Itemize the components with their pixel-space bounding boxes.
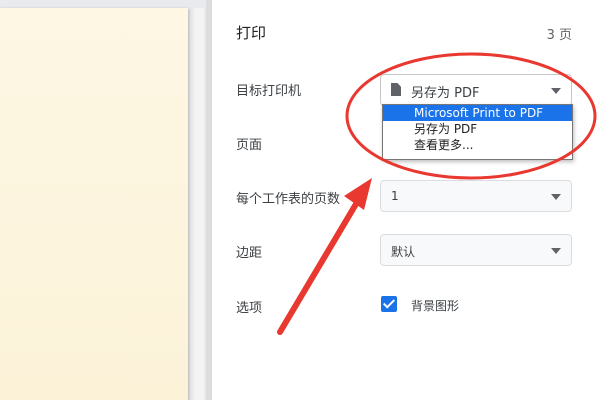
dropdown-option-save-as-pdf[interactable]: 另存为 PDF bbox=[383, 121, 572, 137]
destination-dropdown-list: Microsoft Print to PDF 另存为 PDF 查看更多... bbox=[382, 104, 573, 160]
margins-value: 默认 bbox=[391, 245, 416, 259]
print-title: 打印 bbox=[236, 24, 267, 42]
chevron-down-icon bbox=[551, 88, 561, 94]
background-graphics-checkbox[interactable] bbox=[381, 296, 397, 312]
margins-select[interactable]: 默认 bbox=[380, 234, 572, 266]
destination-value: 另存为 PDF bbox=[411, 86, 480, 101]
pages-label: 页面 bbox=[236, 138, 263, 153]
options-label: 选项 bbox=[236, 301, 263, 316]
preview-scrollbar[interactable] bbox=[194, 8, 204, 400]
pages-per-sheet-select[interactable]: 1 bbox=[380, 180, 572, 212]
preview-page bbox=[0, 8, 188, 400]
background-graphics-label: 背景图形 bbox=[411, 299, 460, 313]
dropdown-option-see-more[interactable]: 查看更多... bbox=[383, 137, 572, 153]
file-icon bbox=[391, 83, 401, 96]
destination-select[interactable]: 另存为 PDF bbox=[380, 74, 572, 106]
chevron-down-icon bbox=[551, 194, 561, 200]
print-settings-panel: 打印 3 页 目标打印机 另存为 PDF Microsoft Print to … bbox=[212, 0, 600, 400]
destination-label: 目标打印机 bbox=[236, 84, 302, 99]
dropdown-option-microsoft-print-to-pdf[interactable]: Microsoft Print to PDF bbox=[383, 105, 572, 121]
pages-per-sheet-value: 1 bbox=[391, 189, 399, 203]
margins-label: 边距 bbox=[236, 246, 263, 261]
chevron-down-icon bbox=[551, 248, 561, 254]
print-preview-area bbox=[0, 0, 212, 400]
page-count: 3 页 bbox=[546, 28, 572, 43]
pages-per-sheet-label: 每个工作表的页数 bbox=[236, 192, 341, 207]
